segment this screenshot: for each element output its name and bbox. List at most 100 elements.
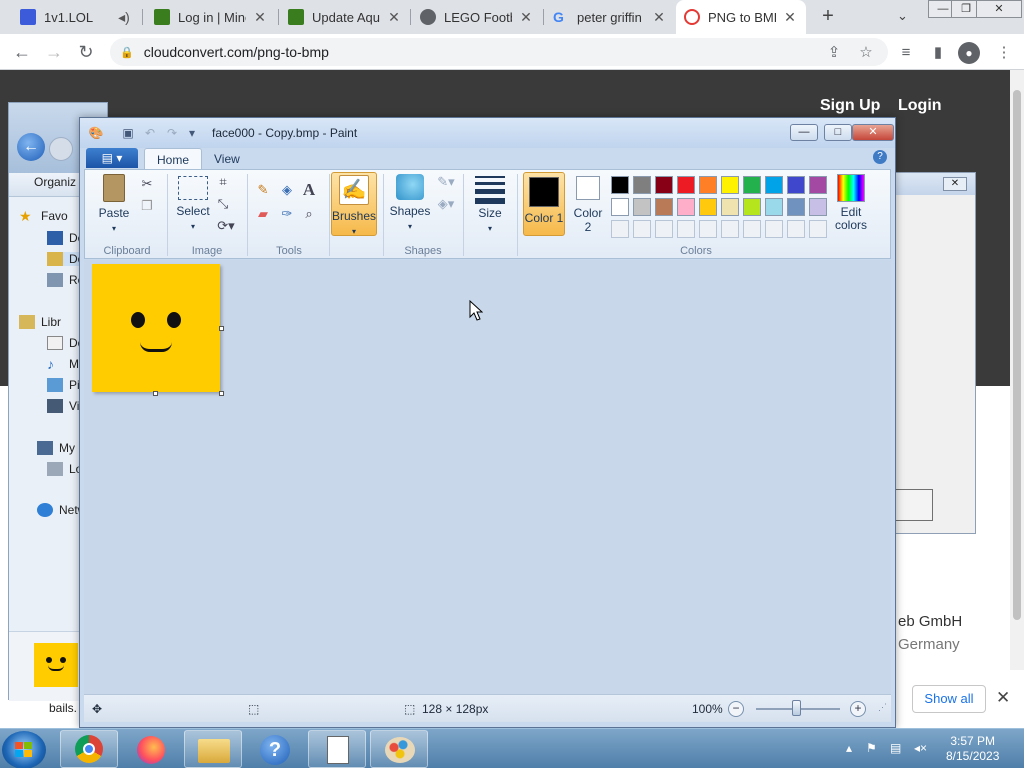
text-tool-icon[interactable]: A <box>299 180 319 200</box>
tab-lego[interactable]: LEGO Footb ✕ <box>412 0 542 34</box>
palette-swatch[interactable] <box>787 176 805 194</box>
zoom-slider-thumb[interactable] <box>792 700 801 716</box>
custom-color-slot[interactable] <box>765 220 783 238</box>
pencil-icon[interactable]: ✎ <box>253 180 273 200</box>
canvas-area[interactable] <box>84 260 891 694</box>
media-queue-icon[interactable]: ≡ <box>896 43 916 63</box>
paint-minimize-button[interactable]: — <box>790 124 818 141</box>
custom-color-slot[interactable] <box>611 220 629 238</box>
palette-swatch[interactable] <box>655 176 673 194</box>
taskbar-explorer[interactable] <box>184 730 242 768</box>
share-icon[interactable]: ⇪ <box>824 43 844 63</box>
custom-color-slot[interactable] <box>699 220 717 238</box>
palette-swatch[interactable] <box>809 198 827 216</box>
image-canvas[interactable] <box>92 264 220 392</box>
eraser-icon[interactable]: ▰ <box>253 204 273 224</box>
fill-bucket-icon[interactable]: ◈ <box>277 180 297 200</box>
palette-swatch[interactable] <box>633 176 651 194</box>
palette-swatch[interactable] <box>721 176 739 194</box>
redo-icon[interactable]: ↷ <box>164 125 180 141</box>
custom-color-slot[interactable] <box>809 220 827 238</box>
volume-tray-icon[interactable]: ◂× <box>914 741 927 755</box>
resize-grip-icon[interactable]: ⋰ <box>878 702 887 713</box>
color1-button[interactable]: Color 1 <box>523 172 565 236</box>
fill-icon[interactable]: ◈▾ <box>433 194 459 214</box>
side-panel-icon[interactable]: ▮ <box>928 43 948 63</box>
resize-handle-right[interactable] <box>219 326 224 331</box>
palette-swatch[interactable] <box>765 176 783 194</box>
close-tab-icon[interactable]: ✕ <box>252 9 268 25</box>
tab-png-to-bmp[interactable]: PNG to BMP ✕ <box>676 0 806 34</box>
tree-videos[interactable]: Vi <box>47 399 79 413</box>
paste-button[interactable]: Paste ▾ <box>93 174 135 234</box>
palette-swatch[interactable] <box>677 198 695 216</box>
custom-color-slot[interactable] <box>633 220 651 238</box>
network-tray-icon[interactable]: ▤ <box>890 741 901 755</box>
palette-swatch[interactable] <box>721 198 739 216</box>
tab-minecraft-login[interactable]: Log in | Mine ✕ <box>146 0 276 34</box>
dialog-close-icon[interactable]: ✕ <box>943 177 967 191</box>
cut-icon[interactable]: ✂ <box>137 174 157 194</box>
close-tab-icon[interactable]: ✕ <box>651 9 667 25</box>
address-bar[interactable]: 🔒 cloudconvert.com/png-to-bmp <box>110 38 888 66</box>
close-tab-icon[interactable]: ✕ <box>386 9 402 25</box>
close-download-bar-icon[interactable]: ✕ <box>996 688 1010 708</box>
help-icon[interactable]: ? <box>873 150 887 164</box>
palette-swatch[interactable] <box>809 176 827 194</box>
login-link[interactable]: Login <box>898 97 942 115</box>
close-tab-icon[interactable]: ✕ <box>518 9 534 25</box>
reload-icon[interactable]: ↻ <box>74 41 98 63</box>
profile-avatar-icon[interactable]: ● <box>958 42 980 64</box>
close-tab-icon[interactable]: ✕ <box>782 9 798 25</box>
rotate-icon[interactable]: ⟳▾ <box>213 216 239 236</box>
tab-search-chevron-icon[interactable]: ⌄ <box>897 8 908 24</box>
undo-icon[interactable]: ↶ <box>142 125 158 141</box>
paint-menu-button[interactable]: ▤ ▾ <box>86 148 138 168</box>
custom-color-slot[interactable] <box>743 220 761 238</box>
page-scrollbar[interactable] <box>1010 70 1024 670</box>
palette-swatch[interactable] <box>699 176 717 194</box>
tab-view[interactable]: View <box>202 148 252 170</box>
start-button[interactable] <box>2 731 46 768</box>
palette-swatch[interactable] <box>699 198 717 216</box>
paint-maximize-button[interactable]: □ <box>824 124 852 141</box>
bookmark-star-icon[interactable]: ☆ <box>856 43 876 63</box>
palette-swatch[interactable] <box>611 176 629 194</box>
save-icon[interactable]: ▣ <box>120 125 136 141</box>
zoom-out-button[interactable]: − <box>728 701 744 717</box>
crop-icon[interactable]: ⌗ <box>213 172 233 192</box>
tab-1v1lol[interactable]: 1v1.LOL ◂) <box>12 0 140 34</box>
size-button[interactable]: Size ▾ <box>469 174 511 234</box>
custom-color-slot[interactable] <box>787 220 805 238</box>
copy-icon[interactable]: ❐ <box>137 196 157 216</box>
palette-swatch[interactable] <box>787 198 805 216</box>
palette-swatch[interactable] <box>611 198 629 216</box>
brushes-button[interactable]: ✍ Brushes ▾ <box>331 172 377 236</box>
color2-button[interactable]: Color 2 <box>569 176 607 234</box>
close-window-button[interactable]: ✕ <box>976 0 1022 18</box>
custom-color-slot[interactable] <box>677 220 695 238</box>
magnifier-icon[interactable]: ⌕ <box>299 204 319 224</box>
resize-icon[interactable]: ⤡ <box>213 194 233 214</box>
customize-quick-access-icon[interactable]: ▾ <box>184 125 200 141</box>
palette-swatch[interactable] <box>743 198 761 216</box>
color-picker-icon[interactable]: ✑ <box>277 204 297 224</box>
action-center-icon[interactable]: ⚑ <box>866 741 877 755</box>
taskbar-image-viewer[interactable] <box>308 730 366 768</box>
taskbar-paint[interactable] <box>370 730 428 768</box>
taskbar-firefox[interactable] <box>122 730 180 768</box>
mute-icon[interactable]: ◂) <box>116 9 132 25</box>
palette-swatch[interactable] <box>633 198 651 216</box>
tree-pictures[interactable]: Pi <box>47 378 80 392</box>
tab-peter-griffin[interactable]: G peter griffin ✕ <box>545 0 675 34</box>
custom-color-slot[interactable] <box>721 220 739 238</box>
resize-handle-bottom[interactable] <box>153 391 158 396</box>
back-arrow-icon[interactable]: ← <box>10 41 34 63</box>
outline-icon[interactable]: ✎▾ <box>433 172 459 192</box>
shapes-button[interactable]: Shapes ▾ <box>387 174 433 232</box>
palette-swatch[interactable] <box>765 198 783 216</box>
zoom-in-button[interactable]: + <box>850 701 866 717</box>
sign-up-link[interactable]: Sign Up <box>820 97 880 115</box>
tab-update[interactable]: Update Aqu ✕ <box>280 0 410 34</box>
tab-home[interactable]: Home <box>144 148 203 170</box>
